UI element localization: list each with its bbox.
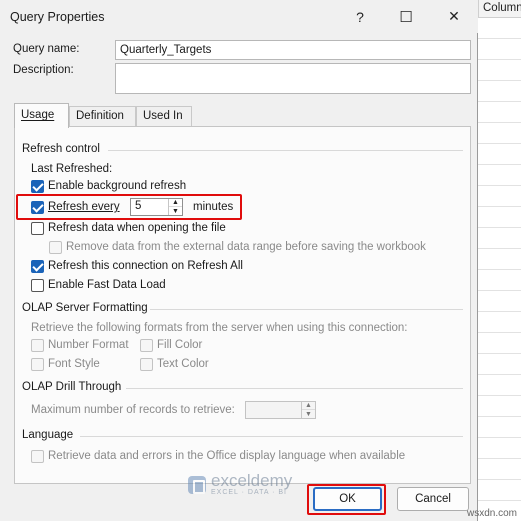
remove-data-label: Remove data from the external data range…: [66, 241, 426, 253]
site-watermark: wsxdn.com: [466, 508, 517, 519]
description-label: Description:: [13, 64, 74, 76]
stepper-arrows: ▲ ▼: [301, 402, 315, 418]
font-style-label: Font Style: [48, 358, 100, 370]
highlight-box: [16, 194, 242, 220]
retrieve-language-label: Retrieve data and errors in the Office d…: [48, 450, 406, 462]
background-refresh-label: Enable background refresh: [48, 180, 187, 192]
olap-formatting-description: Retrieve the following formats from the …: [31, 322, 408, 334]
tab-used-in[interactable]: Used In: [136, 106, 192, 127]
query-name-input[interactable]: Quarterly_Targets: [115, 40, 471, 60]
highlight-box: [307, 484, 386, 515]
font-style-checkbox[interactable]: [31, 358, 44, 371]
dialog-title: Query Properties: [10, 10, 105, 24]
refresh-control-title: Refresh control: [22, 143, 100, 155]
remove-data-checkbox[interactable]: [49, 241, 62, 254]
close-button[interactable]: ✕: [432, 0, 476, 33]
help-icon: ?: [356, 8, 364, 25]
help-button[interactable]: ?: [338, 0, 382, 33]
tab-usage[interactable]: Usage: [14, 103, 69, 128]
retrieve-language-checkbox[interactable]: [31, 450, 44, 463]
description-input[interactable]: [115, 63, 471, 94]
watermark-sub: EXCEL · DATA · BI: [211, 489, 287, 496]
tab-definition[interactable]: Definition: [69, 106, 136, 127]
exceldemy-watermark: exceldemy EXCEL · DATA · BI: [188, 471, 293, 496]
group-divider: [126, 388, 463, 389]
group-divider: [108, 150, 463, 151]
olap-drill-title: OLAP Drill Through: [22, 381, 122, 393]
close-icon: ✕: [448, 8, 460, 24]
maximize-icon: ☐: [399, 8, 413, 26]
cancel-button[interactable]: Cancel: [397, 487, 469, 511]
tab-used-in-label: Used In: [143, 110, 183, 122]
refresh-all-checkbox[interactable]: [31, 260, 44, 273]
refresh-all-label: Refresh this connection on Refresh All: [48, 260, 243, 272]
query-name-value: Quarterly_Targets: [120, 44, 212, 56]
maximize-button[interactable]: ☐: [384, 0, 428, 33]
cancel-label: Cancel: [415, 493, 451, 505]
text-color-label: Text Color: [157, 358, 209, 370]
query-properties-dialog: Query Properties ? ☐ ✕ Query name: Quart…: [0, 0, 478, 521]
tab-usage-label: Usage: [21, 109, 55, 121]
text-color-checkbox[interactable]: [140, 358, 153, 371]
tab-definition-label: Definition: [76, 110, 124, 122]
max-records-label: Maximum number of records to retrieve:: [31, 404, 235, 416]
title-bar: Query Properties ? ☐ ✕: [0, 0, 478, 33]
background-refresh-checkbox[interactable]: [31, 180, 44, 193]
arrow-down-icon[interactable]: ▼: [302, 410, 315, 418]
arrow-up-icon[interactable]: ▲: [302, 402, 315, 410]
query-name-label: Query name:: [13, 43, 80, 55]
refresh-on-open-label: Refresh data when opening the file: [48, 222, 226, 234]
sheet-grid[interactable]: [478, 18, 521, 521]
last-refreshed-label: Last Refreshed:: [31, 163, 113, 175]
fast-data-load-checkbox[interactable]: [31, 279, 44, 292]
fill-color-checkbox[interactable]: [140, 339, 153, 352]
watermark-brand: exceldemy: [211, 471, 293, 490]
exceldemy-logo-icon: [188, 475, 206, 494]
column-header[interactable]: Column: [478, 0, 521, 18]
number-format-label: Number Format: [48, 339, 129, 351]
number-format-checkbox[interactable]: [31, 339, 44, 352]
max-records-stepper[interactable]: ▲ ▼: [245, 401, 316, 419]
fast-data-load-label: Enable Fast Data Load: [48, 279, 166, 291]
fill-color-label: Fill Color: [157, 339, 203, 351]
refresh-on-open-checkbox[interactable]: [31, 222, 44, 235]
language-title: Language: [22, 429, 74, 441]
olap-formatting-title: OLAP Server Formatting: [22, 302, 148, 314]
group-divider: [80, 436, 463, 437]
group-divider: [150, 309, 463, 310]
